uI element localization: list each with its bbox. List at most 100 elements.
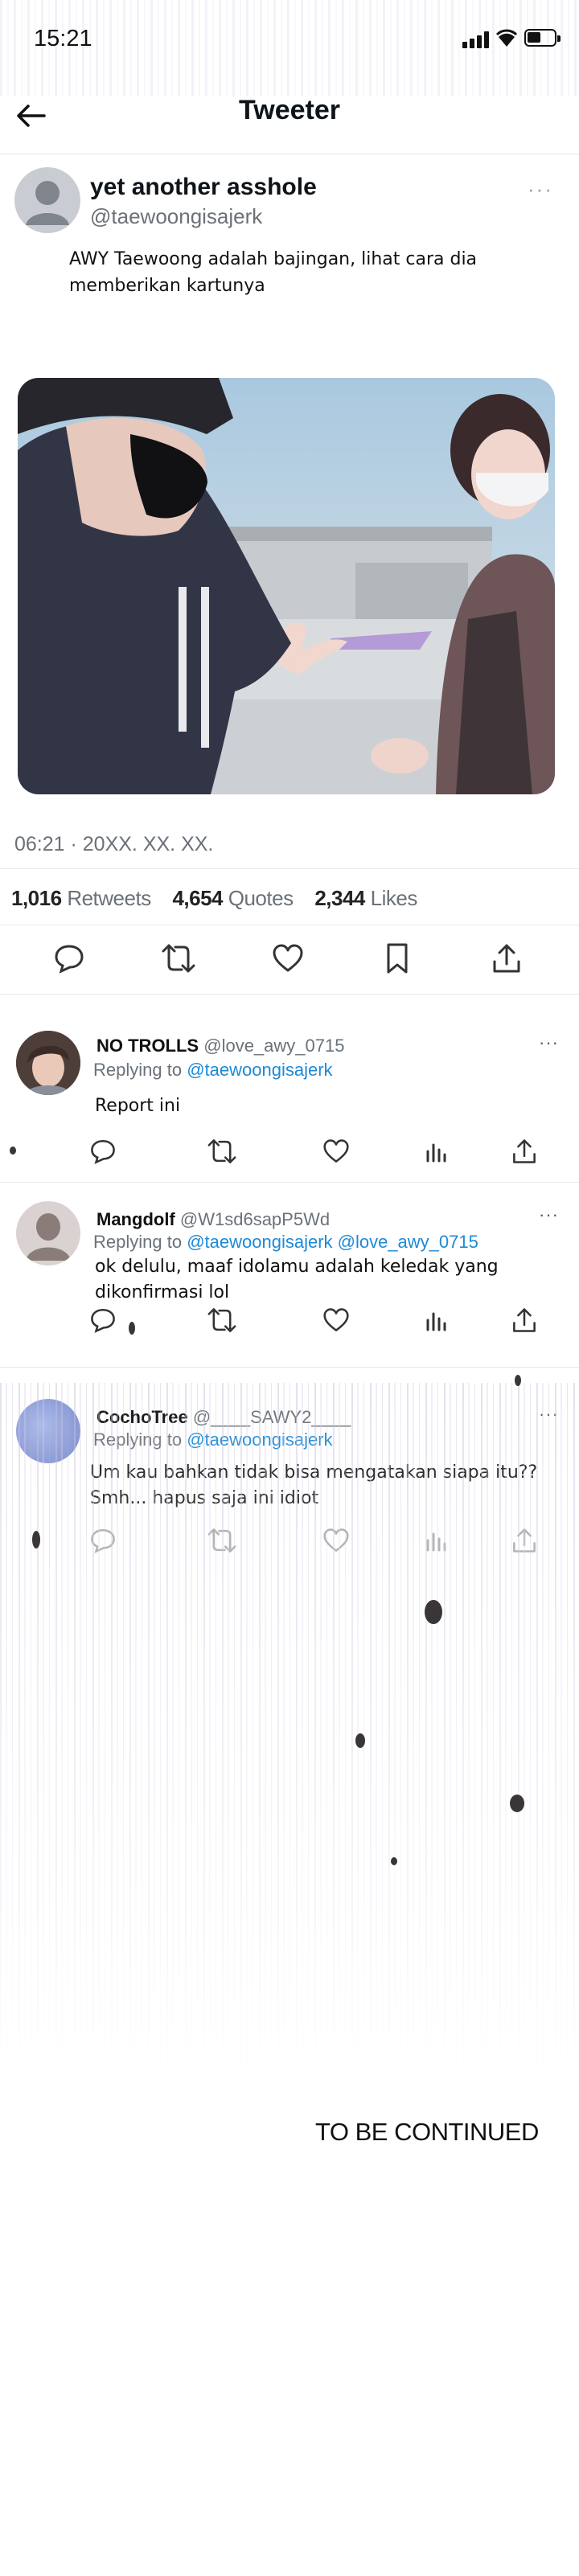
share-button[interactable] (505, 1521, 544, 1560)
reply-author-handle: @W1sd6sapP5Wd (179, 1209, 331, 1229)
tweet-action-bar (0, 939, 579, 987)
avatar-image (16, 1399, 80, 1463)
retweet-icon (207, 1528, 236, 1553)
ink-speck (391, 1857, 397, 1865)
divider (0, 1367, 579, 1368)
reply-author[interactable]: NO TROLLS @love_awy_0715 (96, 1036, 344, 1056)
reply-author[interactable]: CochoTree @____SAWY2____ (96, 1407, 351, 1428)
retweet-button[interactable] (159, 939, 198, 978)
tweet-timestamp: 06:21 · 20XX. XX. XX. (14, 833, 214, 855)
retweet-icon (207, 1308, 236, 1332)
status-time: 15:21 (34, 26, 92, 51)
like-button[interactable] (317, 1132, 355, 1171)
replying-to: Replying to @taewoongisajerk @love_awy_0… (93, 1232, 478, 1253)
avatar[interactable] (14, 167, 80, 233)
ink-speck (355, 1733, 365, 1748)
quotes-count: 4,654 (172, 886, 224, 910)
divider (0, 994, 579, 995)
retweet-button[interactable] (203, 1132, 241, 1171)
author-name[interactable]: yet another asshole (90, 174, 317, 201)
reply-author[interactable]: Mangdolf @W1sd6sapP5Wd (96, 1209, 330, 1230)
share-icon (513, 1528, 536, 1553)
like-icon (323, 1528, 349, 1552)
retweets-count: 1,016 (11, 886, 62, 910)
more-icon[interactable]: ··· (539, 1204, 559, 1225)
tweet-stats: 1,016 Retweets 4,654 Quotes 2,344 Likes (11, 886, 433, 911)
replying-to-link[interactable]: @taewoongisajerk (187, 1430, 332, 1450)
tweet-image[interactable] (18, 378, 555, 794)
ink-speck (515, 1375, 521, 1386)
reply-author-handle: @love_awy_0715 (203, 1036, 345, 1056)
share-button[interactable] (505, 1132, 544, 1171)
share-button[interactable] (505, 1301, 544, 1339)
reply-text: Report ini (95, 1096, 181, 1116)
reply-author-name: CochoTree (96, 1407, 188, 1427)
reply-action-bar (0, 1301, 579, 1349)
views-icon (426, 1532, 446, 1552)
like-button[interactable] (317, 1301, 355, 1339)
default-avatar-icon (16, 1201, 80, 1265)
quotes-stat[interactable]: 4,654 Quotes (172, 886, 294, 910)
likes-label: Likes (370, 886, 418, 910)
tweet-text: AWY Taewoong adalah bajingan, lihat cara… (69, 249, 478, 296)
wifi-icon (495, 29, 518, 47)
retweet-icon (207, 1139, 236, 1163)
views-button[interactable] (417, 1521, 455, 1560)
reply-action-bar (0, 1521, 579, 1569)
replying-to: Replying to @taewoongisajerk (93, 1430, 333, 1450)
views-button[interactable] (417, 1132, 455, 1171)
quotes-label: Quotes (228, 886, 294, 910)
ink-speck (425, 1600, 442, 1624)
retweet-button[interactable] (203, 1301, 241, 1339)
more-icon[interactable]: ··· (528, 177, 565, 201)
like-button[interactable] (269, 939, 307, 978)
divider (0, 1182, 579, 1183)
replying-to-link[interactable]: @taewoongisajerk @love_awy_0715 (187, 1232, 478, 1252)
ink-speck (510, 1795, 524, 1812)
author-handle[interactable]: @taewoongisajerk (90, 204, 262, 229)
share-icon (513, 1139, 536, 1163)
retweets-stat[interactable]: 1,016 Retweets (11, 886, 151, 910)
reply-author-handle: @____SAWY2____ (192, 1407, 351, 1427)
reply-icon (91, 1308, 115, 1333)
retweets-label: Retweets (67, 886, 151, 910)
status-bar: 15:21 (0, 0, 579, 77)
replying-prefix: Replying to (93, 1430, 183, 1450)
top-bar: Tweeter (0, 77, 579, 154)
battery-icon (524, 29, 561, 47)
reply-button[interactable] (50, 939, 88, 978)
replying-to-link[interactable]: @taewoongisajerk (187, 1060, 332, 1080)
share-icon (513, 1308, 536, 1332)
bookmark-icon (387, 943, 408, 974)
more-icon[interactable]: ··· (539, 1404, 559, 1425)
to-be-continued: TO BE CONTINUED (315, 2118, 539, 2146)
page-title: Tweeter (239, 95, 340, 125)
views-button[interactable] (417, 1301, 455, 1339)
reply-button[interactable] (84, 1301, 122, 1339)
like-icon (273, 944, 303, 972)
reply-action-bar (0, 1132, 579, 1180)
like-icon (323, 1139, 349, 1163)
bookmark-button[interactable] (378, 939, 417, 978)
reply-icon (91, 1528, 115, 1553)
retweet-icon (162, 944, 195, 973)
default-avatar-icon (26, 181, 69, 225)
reply-avatar[interactable] (16, 1201, 80, 1265)
reply-button[interactable] (84, 1132, 122, 1171)
reply-avatar[interactable] (16, 1031, 80, 1095)
likes-count: 2,344 (314, 886, 365, 910)
replying-prefix: Replying to (93, 1060, 183, 1080)
reply-author-name: NO TROLLS (96, 1036, 199, 1056)
reply-author-name: Mangdolf (96, 1209, 175, 1229)
views-icon (426, 1143, 446, 1163)
more-icon[interactable]: ··· (539, 1032, 559, 1053)
like-button[interactable] (317, 1521, 355, 1560)
likes-stat[interactable]: 2,344 Likes (314, 886, 417, 910)
reply-avatar[interactable] (16, 1399, 80, 1463)
reply-text: ok delulu, maaf idolamu adalah keledak y… (95, 1257, 499, 1302)
share-button[interactable] (487, 939, 526, 978)
retweet-button[interactable] (203, 1521, 241, 1560)
reply-button[interactable] (84, 1521, 122, 1560)
share-icon (493, 944, 520, 973)
replying-prefix: Replying to (93, 1232, 183, 1252)
